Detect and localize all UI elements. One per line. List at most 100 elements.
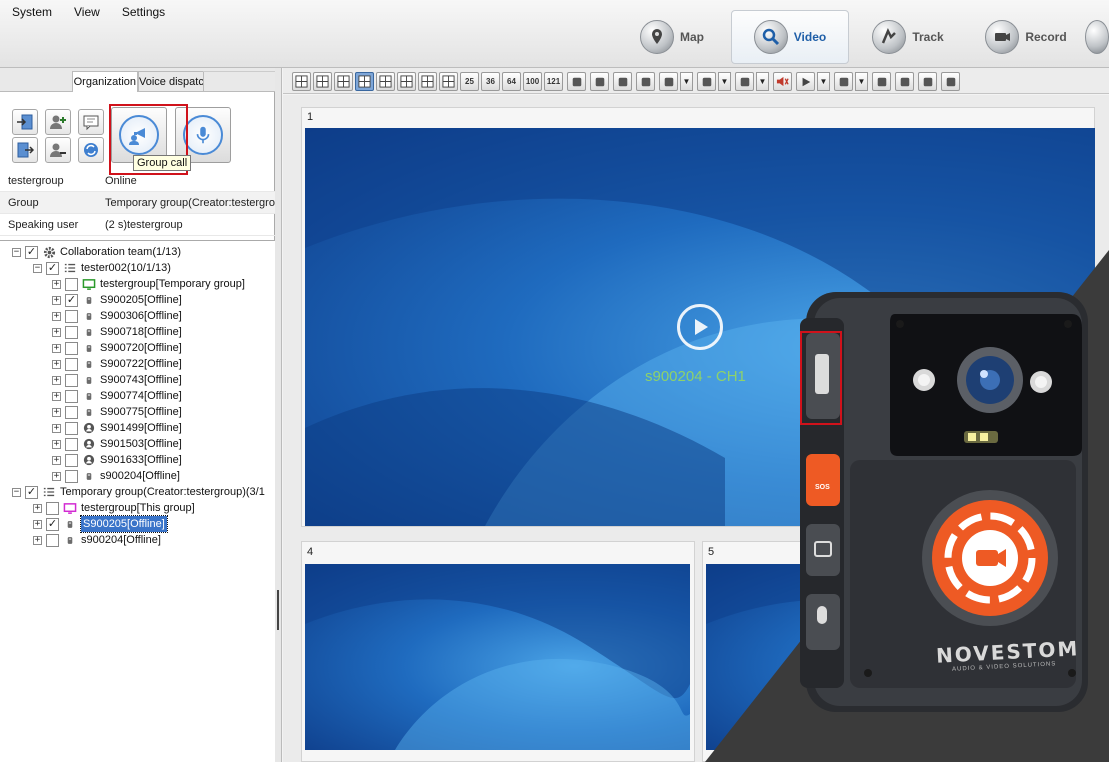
expand-toggle[interactable]: +: [52, 439, 61, 449]
layout-1-button[interactable]: [292, 72, 311, 91]
tab-organization[interactable]: Organization: [72, 71, 138, 92]
document-button[interactable]: [895, 72, 914, 91]
expand-toggle[interactable]: +: [33, 519, 42, 529]
expand-toggle[interactable]: +: [52, 471, 61, 481]
tree-node-device[interactable]: + testergroup[This group]: [33, 500, 195, 516]
checkbox[interactable]: [65, 309, 78, 323]
splitter-grip[interactable]: [277, 590, 279, 630]
tree-node-temporary-group[interactable]: − ✓ Temporary group(Creator:testergroup)…: [12, 484, 265, 500]
tree-node-device[interactable]: + S900775[Offline]: [52, 404, 182, 420]
tree-node-device[interactable]: + S901633[Offline]: [52, 452, 182, 468]
collapse-toggle[interactable]: −: [12, 247, 21, 257]
checkbox[interactable]: [65, 453, 78, 467]
stop-button[interactable]: [834, 72, 853, 91]
layout-13-button[interactable]: [418, 72, 437, 91]
checkbox[interactable]: [65, 421, 78, 435]
video-window-4[interactable]: 4: [301, 541, 695, 762]
zoom-out-button[interactable]: [590, 72, 609, 91]
tree-node-device[interactable]: + S901503[Offline]: [52, 436, 182, 452]
tree-node-device[interactable]: + S900743[Offline]: [52, 372, 182, 388]
checkbox[interactable]: [65, 277, 78, 291]
expand-toggle[interactable]: +: [52, 343, 61, 353]
checkbox[interactable]: [65, 325, 78, 339]
checkbox[interactable]: ✓: [25, 485, 38, 499]
expand-toggle[interactable]: +: [52, 455, 61, 465]
window-mode-button[interactable]: [697, 72, 716, 91]
video-screen[interactable]: [305, 564, 690, 750]
layout-6-button[interactable]: [355, 72, 374, 91]
menu-settings[interactable]: Settings: [116, 5, 171, 19]
add-member-button[interactable]: [45, 109, 71, 135]
tree-node-device[interactable]: + ✓ S900205[Offline]: [33, 515, 168, 533]
fullwindow-dropdown[interactable]: ▼: [680, 72, 693, 91]
expand-toggle[interactable]: +: [52, 295, 61, 305]
nav-tab-track[interactable]: Track: [849, 10, 967, 64]
collapse-toggle[interactable]: −: [12, 487, 21, 497]
mute-button[interactable]: [773, 72, 792, 91]
expand-toggle[interactable]: +: [52, 423, 61, 433]
tab-voice-dispatch[interactable]: Voice dispatch: [138, 71, 204, 92]
expand-toggle[interactable]: +: [52, 311, 61, 321]
panel-splitter[interactable]: [275, 68, 282, 762]
tree-node-device[interactable]: + S901499[Offline]: [52, 420, 182, 436]
layout-8-button[interactable]: [397, 72, 416, 91]
layout-121-button[interactable]: 121: [544, 72, 563, 91]
tree-node-device[interactable]: + S900720[Offline]: [52, 340, 182, 356]
play-dropdown[interactable]: ▼: [817, 72, 830, 91]
tree-node-tester002[interactable]: − ✓ tester002(10/1/13): [33, 260, 171, 276]
layout-4-button[interactable]: [334, 72, 353, 91]
nav-tab-map[interactable]: Map: [613, 10, 731, 64]
fullwindow-button[interactable]: [659, 72, 678, 91]
nav-tab-overflow[interactable]: [1085, 10, 1109, 64]
tree-node-device[interactable]: + S900774[Offline]: [52, 388, 182, 404]
checkbox[interactable]: [65, 437, 78, 451]
expand-toggle[interactable]: +: [52, 375, 61, 385]
layout-2-button[interactable]: [313, 72, 332, 91]
remove-member-button[interactable]: [45, 137, 71, 163]
layout-16-button[interactable]: [439, 72, 458, 91]
checkbox[interactable]: ✓: [46, 261, 59, 275]
layout-100-button[interactable]: 100: [523, 72, 542, 91]
tree-node-device[interactable]: + S900718[Offline]: [52, 324, 182, 340]
window-mode-dropdown[interactable]: ▼: [718, 72, 731, 91]
checkbox[interactable]: ✓: [25, 245, 38, 259]
tree-node-device[interactable]: + S900722[Offline]: [52, 356, 182, 372]
play-icon[interactable]: [677, 304, 723, 350]
checkbox[interactable]: ✓: [65, 293, 78, 307]
nav-tab-video[interactable]: Video: [731, 10, 849, 64]
move-down-button[interactable]: [636, 72, 655, 91]
message-button[interactable]: [78, 109, 104, 135]
login-group-button[interactable]: [12, 109, 38, 135]
play-button[interactable]: [796, 72, 815, 91]
nav-tab-record[interactable]: Record: [967, 10, 1085, 64]
layout-36-button[interactable]: 36: [481, 72, 500, 91]
checkbox[interactable]: [65, 373, 78, 387]
menu-system[interactable]: System: [6, 5, 58, 19]
menu-view[interactable]: View: [68, 5, 106, 19]
refresh-button[interactable]: [78, 137, 104, 163]
stop-dropdown[interactable]: ▼: [855, 72, 868, 91]
collapse-toggle[interactable]: −: [33, 263, 42, 273]
expand-toggle[interactable]: +: [33, 503, 42, 513]
move-up-button[interactable]: [613, 72, 632, 91]
snapshot-dropdown[interactable]: ▼: [756, 72, 769, 91]
checkbox[interactable]: [65, 389, 78, 403]
save-button[interactable]: [872, 72, 891, 91]
checkbox[interactable]: [65, 357, 78, 371]
checkbox[interactable]: [65, 341, 78, 355]
layout-64-button[interactable]: 64: [502, 72, 521, 91]
checkbox[interactable]: [65, 469, 78, 483]
expand-toggle[interactable]: +: [52, 391, 61, 401]
layout-9-button[interactable]: [376, 72, 395, 91]
logout-group-button[interactable]: [12, 137, 38, 163]
checkbox[interactable]: [46, 501, 59, 515]
expand-toggle[interactable]: +: [52, 407, 61, 417]
tree-node-device[interactable]: + S900306[Offline]: [52, 308, 182, 324]
tree-node-device[interactable]: + ✓ S900205[Offline]: [52, 292, 182, 308]
expand-toggle[interactable]: +: [52, 327, 61, 337]
layout-25-button[interactable]: 25: [460, 72, 479, 91]
tree-node-device[interactable]: + s900204[Offline]: [33, 532, 161, 548]
snapshot-button[interactable]: [735, 72, 754, 91]
zoom-in-button[interactable]: [567, 72, 586, 91]
checkbox[interactable]: ✓: [46, 517, 59, 531]
